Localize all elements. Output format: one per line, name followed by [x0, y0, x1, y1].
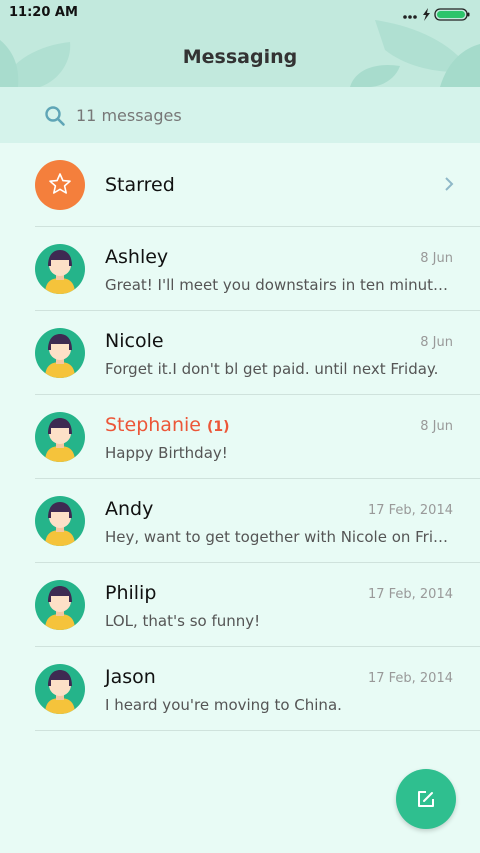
- avatar: [35, 496, 85, 546]
- message-date: 8 Jun: [420, 419, 453, 434]
- message-date: 17 Feb, 2014: [367, 671, 453, 686]
- search-bar[interactable]: 11 messages: [0, 87, 480, 143]
- starred-row[interactable]: Starred: [0, 143, 480, 227]
- star-icon: [49, 173, 71, 194]
- avatar: [35, 664, 85, 714]
- person-avatar-icon: [45, 586, 75, 630]
- search-input[interactable]: 11 messages: [76, 106, 182, 125]
- status-icons: [403, 8, 470, 21]
- status-bar: 11:20 AM: [0, 0, 480, 28]
- avatar: [35, 328, 85, 378]
- compose-button[interactable]: [396, 769, 456, 829]
- page-title: Messaging: [182, 46, 298, 68]
- conversation-list: Starred Ashley 8 Jun Great! I'll meet yo…: [0, 143, 480, 731]
- starred-avatar: [35, 160, 85, 210]
- person-avatar-icon: [45, 502, 75, 546]
- message-preview: LOL, that's so funny!: [105, 612, 261, 630]
- message-preview: Hey, want to get together with Nicole on…: [105, 528, 450, 546]
- app-header: 11:20 AM Messaging: [0, 0, 480, 87]
- message-date: 17 Feb, 2014: [367, 587, 453, 602]
- conversation-row[interactable]: Stephanie (1) 8 Jun Happy Birthday!: [0, 395, 480, 479]
- avatar: [35, 412, 85, 462]
- person-avatar-icon: [45, 334, 75, 378]
- conversation-row[interactable]: Nicole 8 Jun Forget it.I don't bl get pa…: [0, 311, 480, 395]
- conversation-row[interactable]: Ashley 8 Jun Great! I'll meet you downst…: [0, 227, 480, 311]
- contact-name: Philip: [105, 582, 157, 604]
- charging-bolt-icon: [423, 8, 430, 21]
- message-preview: Great! I'll meet you downstairs in ten m…: [105, 276, 450, 294]
- person-avatar-icon: [45, 250, 75, 294]
- contact-name: Nicole: [105, 330, 164, 352]
- conversation-row[interactable]: Andy 17 Feb, 2014 Hey, want to get toget…: [0, 479, 480, 563]
- avatar: [35, 244, 85, 294]
- message-date: 8 Jun: [420, 335, 453, 350]
- contact-name: Andy: [105, 498, 154, 520]
- message-preview: Forget it.I don't bl get paid. until nex…: [105, 360, 439, 378]
- contact-name: Ashley: [105, 246, 169, 268]
- conversation-row[interactable]: Philip 17 Feb, 2014 LOL, that's so funny…: [0, 563, 480, 647]
- message-preview: Happy Birthday!: [105, 444, 228, 462]
- contact-name: Jason: [105, 666, 156, 688]
- person-avatar-icon: [45, 418, 75, 462]
- more-dots-icon: [403, 15, 417, 19]
- message-preview: I heard you're moving to China.: [105, 696, 342, 714]
- chevron-right-icon: [445, 177, 454, 191]
- message-date: 17 Feb, 2014: [367, 503, 453, 518]
- person-avatar-icon: [45, 670, 75, 714]
- status-time: 11:20 AM: [9, 5, 78, 20]
- avatar: [35, 580, 85, 630]
- unread-badge: (1): [206, 419, 230, 435]
- search-icon: [45, 106, 65, 126]
- divider: [35, 730, 480, 731]
- starred-label: Starred: [105, 174, 175, 196]
- message-date: 8 Jun: [420, 251, 453, 266]
- battery-icon: [434, 8, 470, 21]
- conversation-row[interactable]: Jason 17 Feb, 2014 I heard you're moving…: [0, 647, 480, 731]
- compose-icon: [418, 791, 434, 807]
- contact-name: Stephanie (1): [105, 414, 230, 436]
